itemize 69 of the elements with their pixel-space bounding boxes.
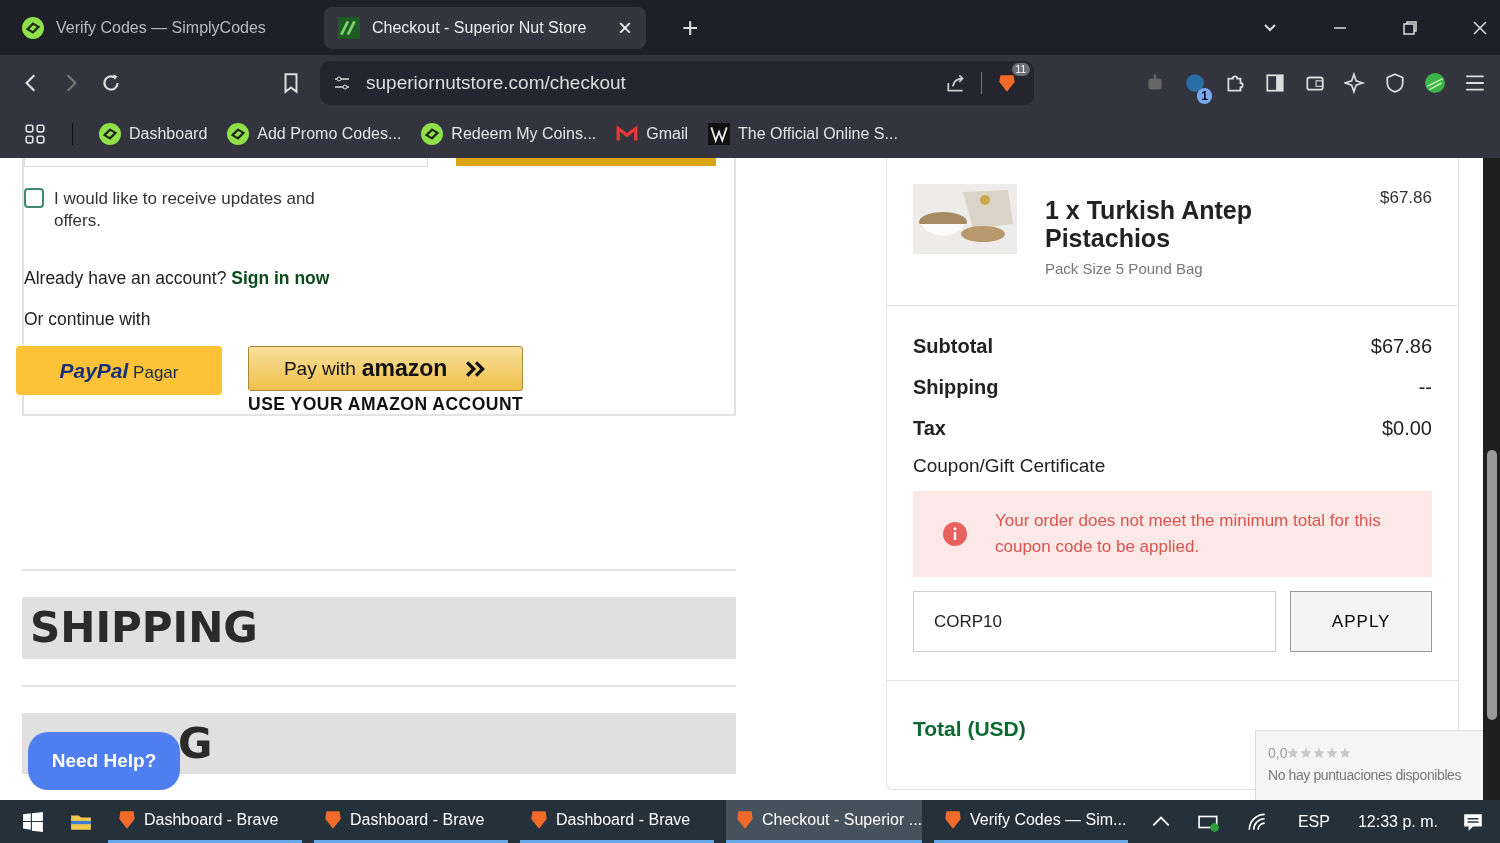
input-field[interactable] [24, 158, 428, 167]
sidebar-icon[interactable] [1264, 71, 1286, 94]
account-prompt: Already have an account? Sign in now [24, 268, 331, 289]
clock[interactable]: 12:33 p. m. [1357, 812, 1438, 831]
bookmark-item[interactable]: Dashboard [99, 123, 208, 145]
rating-score: 0,0 [1268, 745, 1288, 761]
w-logo-icon [708, 123, 731, 145]
coupon-label: Coupon/Gift Certificate [913, 455, 1107, 477]
summary-value: $67.86 [1370, 335, 1432, 358]
star-icon [1313, 747, 1326, 759]
summary-value: $0.00 [1381, 417, 1432, 440]
section-header: SHIPPING [22, 597, 736, 659]
taskbar-item[interactable]: Verify Codes — Sim... [933, 800, 1128, 843]
info-icon [943, 522, 967, 546]
taskbar-item[interactable]: Dashboard - Brave [108, 800, 302, 843]
summary-label: Tax [913, 417, 946, 440]
scrollbar[interactable] [1483, 158, 1500, 800]
star-icon [1339, 747, 1352, 759]
tag-icon [421, 123, 444, 145]
product-price: $67.86 [1380, 188, 1432, 209]
coupon-field[interactable]: CORP10 [913, 591, 1277, 652]
taskbar-item[interactable]: Dashboard - Brave [314, 800, 508, 843]
reload-icon[interactable] [100, 71, 122, 94]
apply-button[interactable]: APPLY [1290, 591, 1432, 652]
summary-label: Shipping [913, 376, 999, 399]
paypal-button[interactable]: PayPal Pagar [16, 346, 222, 395]
sign-in-link[interactable]: Sign in now [231, 268, 330, 288]
alert-message: Your order does not meet the minimum total for this coupon code to be applied. [995, 510, 1382, 558]
continue-label: Or continue with [24, 309, 152, 330]
tag-icon [22, 16, 44, 39]
apps-grid-icon[interactable] [24, 123, 46, 145]
product-variant: Pack Size 5 Pound Bag [1045, 260, 1204, 277]
summary-value: -- [1418, 376, 1432, 399]
windows-start-icon[interactable] [22, 810, 44, 833]
checkbox[interactable] [24, 188, 44, 208]
newsletter-label: I would like to receive updates and offers. [54, 188, 316, 232]
restore-icon[interactable] [1402, 19, 1418, 36]
close-icon[interactable] [1472, 19, 1488, 36]
rating-text: No hay puntuaciones disponibles [1268, 767, 1463, 783]
sparkle-icon[interactable] [1344, 71, 1366, 94]
wifi-icon[interactable] [1245, 810, 1268, 833]
summary-label: Subtotal [913, 335, 993, 358]
store-icon [338, 16, 360, 39]
help-button[interactable]: Need Help? [28, 732, 180, 790]
total-label: Total (USD) [913, 717, 1026, 740]
language-indicator[interactable]: ESP [1297, 812, 1330, 831]
close-tab-button[interactable]: × [618, 13, 632, 42]
new-tab-button[interactable]: + [672, 11, 709, 44]
address-bar[interactable]: superiornutstore.com/checkout 11 [320, 60, 1034, 105]
star-icon [1300, 747, 1313, 759]
taskbar-item[interactable]: Checkout - Superior ... [725, 800, 922, 843]
bookmark-item[interactable]: Redeem My Coins... [421, 123, 597, 145]
tag-icon [227, 123, 250, 145]
bookmark-item[interactable]: The Official Online S... [708, 123, 898, 145]
amazon-pay-button[interactable]: Pay with amazon [248, 346, 524, 391]
browser-tab[interactable]: Verify Codes — SimplyCodes [8, 6, 298, 49]
amazon-caption: USE YOUR AMAZON ACCOUNT [248, 394, 524, 415]
taskbar-item[interactable]: Dashboard - Brave [519, 800, 714, 843]
browser-tab[interactable]: Checkout - Superior Nut Store × [324, 6, 646, 49]
bookmark-item[interactable]: Add Promo Codes... [227, 123, 402, 145]
star-icon [1287, 747, 1300, 759]
product-name: 1 x Turkish Antep Pistachios [1045, 196, 1253, 252]
extension-count-badge: 1 [1197, 87, 1212, 104]
globe-icon[interactable] [1424, 71, 1446, 94]
bookmark-item[interactable]: Gmail [616, 123, 689, 145]
star-icon [1326, 747, 1339, 759]
vpn-shield-icon[interactable] [1384, 71, 1406, 94]
shields-count-badge: 11 [1011, 62, 1030, 76]
tag-icon [99, 123, 121, 145]
